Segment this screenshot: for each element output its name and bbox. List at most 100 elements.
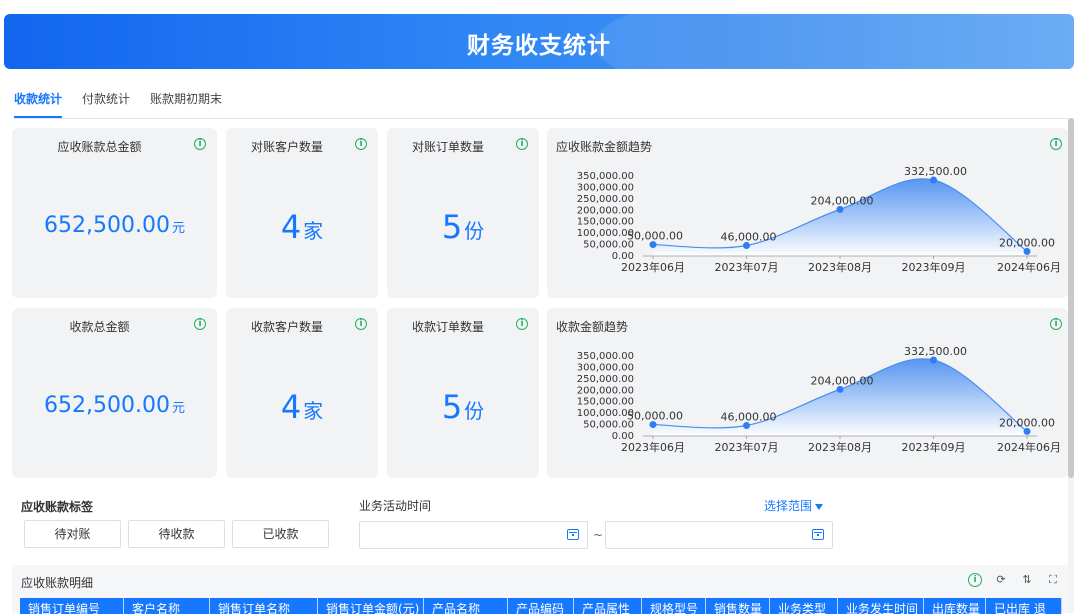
x-tick-label: 2023年06月 [621,260,685,274]
info-icon[interactable]: i [194,318,206,330]
scrollbar-thumb[interactable] [1068,118,1074,478]
card-title: 收款客户数量 [250,320,323,334]
stat-number: 652,500.00 [44,213,170,238]
column-header[interactable]: 销售数量 [706,598,770,614]
tag-filter-label: 应收账款标签 [21,500,94,514]
y-tick-label: 100,000.00 [577,408,634,419]
tab-opening-closing[interactable]: 账款期初期末 [150,90,222,118]
stat-unit: 份 [464,219,485,243]
y-tick-label: 100,000.00 [577,228,634,239]
series-area [653,178,1027,256]
y-tick-label: 250,000.00 [577,374,634,385]
page-scrollbar[interactable] [1068,118,1074,613]
stat-number: 5 [441,388,463,426]
start-date-input[interactable] [359,521,588,549]
data-label: 46,000.00 [721,410,777,423]
data-label: 50,000.00 [627,230,683,243]
range-select-dropdown[interactable]: 选择范围 [764,497,824,514]
column-header[interactable]: 出库数量 [924,598,986,614]
y-tick-label: 250,000.00 [577,194,634,205]
x-tick-label: 2023年07月 [715,440,779,454]
tag-pending-reconcile-button[interactable]: 待对账 [24,520,121,548]
column-header[interactable]: 产品属性 [574,598,642,614]
stat-unit: 份 [464,399,485,423]
series-area [653,358,1027,436]
data-label: 204,000.00 [811,374,874,387]
column-header[interactable]: 产品编码 [508,598,574,614]
tab-receipt-stats[interactable]: 收款统计 [14,90,63,118]
table-header: 销售订单编号 客户名称 销售订单名称 销售订单金额(元) 产品名称 产品编码 产品属性 规格型… [20,598,1062,614]
date-separator: ~ [593,528,604,542]
stat-value: 5份 [387,208,539,246]
y-tick-label: 350,000.00 [577,351,634,362]
y-tick-label: 300,000.00 [577,182,634,193]
received-trend-chart: 350,000.00300,000.00250,000.00200,000.00… [577,345,1061,454]
column-header[interactable]: 销售订单编号 [20,598,124,614]
y-tick-label: 200,000.00 [577,205,634,216]
stat-number: 4 [280,208,302,246]
stat-value: 4家 [226,208,378,246]
info-icon[interactable]: i [516,138,528,150]
y-tick-label: 300,000.00 [577,362,634,373]
x-tick-label: 2024年06月 [997,260,1061,274]
tab-payment-stats[interactable]: 付款统计 [82,90,130,118]
data-label: 332,500.00 [904,165,967,178]
info-icon[interactable]: i [968,573,982,587]
data-label: 20,000.00 [999,416,1055,429]
x-tick-label: 2023年09月 [902,260,966,274]
x-tick-label: 2023年06月 [621,440,685,454]
info-icon[interactable]: i [355,318,367,330]
data-label: 50,000.00 [627,410,683,423]
stat-value: 652,500.00 元 [12,393,217,418]
info-icon[interactable]: i [194,138,206,150]
info-icon[interactable]: i [355,138,367,150]
card-reconcile-customers: 对账客户数量 i 4家 [226,128,378,298]
column-header[interactable]: 业务发生时间 [838,598,924,614]
card-received-trend: 收款金额趋势 i 350,000.00 300,000.00 250,000.00 2… [547,308,1068,478]
column-header[interactable]: 规格型号 [642,598,706,614]
sort-icon[interactable]: ⇅ [1020,573,1034,587]
y-tick-label: 150,000.00 [577,217,634,228]
column-header[interactable]: 销售订单金额(元) [318,598,424,614]
card-total-receivable: 应收账款总金额 i 652,500.00 元 [12,128,217,298]
range-select-label: 选择范围 [764,499,813,513]
tab-bar: 收款统计 付款统计 账款期初期末 [14,90,222,120]
column-header[interactable]: 产品名称 [424,598,508,614]
table-toolbar: i ⟳ ⇅ ⛶ [968,573,1060,587]
detail-title: 应收账款明细 [21,576,94,590]
tag-pending-receipt-button[interactable]: 待收款 [128,520,225,548]
data-label: 204,000.00 [811,194,874,207]
end-date-input[interactable] [605,521,833,549]
card-received-customers: 收款客户数量 i 4家 [226,308,378,478]
x-tick-label: 2023年07月 [715,260,779,274]
x-tick-label: 2023年08月 [808,440,872,454]
column-header[interactable]: 已出库 退 [986,598,1062,614]
y-tick-label: 150,000.00 [577,397,634,408]
card-received-orders: 收款订单数量 i 5份 [387,308,539,478]
y-tick-label: 200,000.00 [577,385,634,396]
card-reconcile-orders: 对账订单数量 i 5份 [387,128,539,298]
calendar-icon [812,529,824,540]
stat-number: 5 [441,208,463,246]
column-header[interactable]: 客户名称 [124,598,210,614]
column-header[interactable]: 销售订单名称 [210,598,318,614]
card-title: 应收账款总金额 [57,140,142,154]
stat-unit: 家 [303,219,324,243]
receivable-trend-chart: 350,000.00300,000.00250,000.00200,000.00… [577,165,1061,274]
calendar-icon [567,529,579,540]
x-tick-label: 2023年09月 [902,440,966,454]
receivable-detail-panel: 应收账款明细 i ⟳ ⇅ ⛶ 销售订单编号 客户名称 销售订单名称 销售订单金额(元)… [12,565,1068,614]
stat-number: 4 [280,388,302,426]
page-title: 财务收支统计 [467,33,611,59]
card-total-received: 收款总金额 i 652,500.00 元 [12,308,217,478]
y-tick-label: 350,000.00 [577,171,634,182]
x-tick-label: 2023年08月 [808,260,872,274]
stat-unit: 元 [171,401,185,416]
column-header[interactable]: 业务类型 [770,598,838,614]
stat-unit: 元 [171,221,185,236]
refresh-icon[interactable]: ⟳ [994,573,1008,587]
fullscreen-icon[interactable]: ⛶ [1046,573,1060,587]
tag-received-button[interactable]: 已收款 [232,520,329,548]
info-icon[interactable]: i [516,318,528,330]
data-label: 46,000.00 [721,230,777,243]
